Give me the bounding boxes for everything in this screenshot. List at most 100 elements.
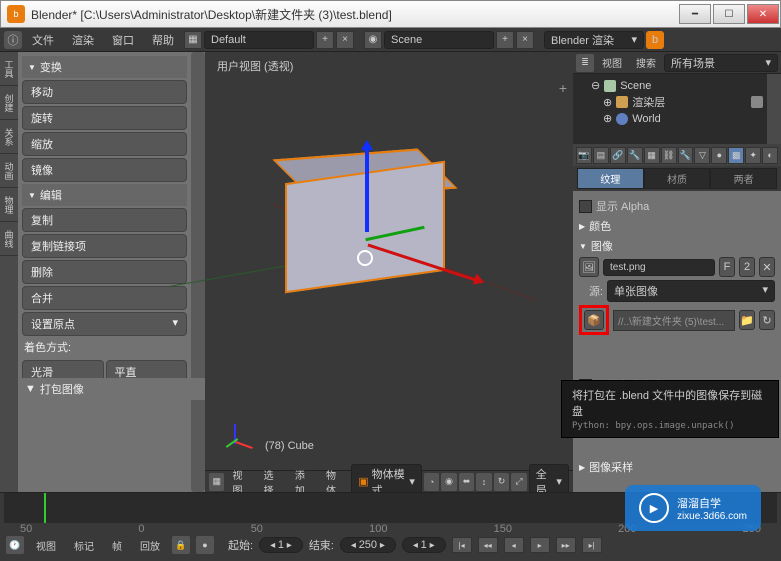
image-users-button[interactable]: 2 bbox=[739, 257, 755, 277]
timeline-sync-icon[interactable]: 🔒 bbox=[172, 536, 190, 554]
scene-del-button[interactable]: × bbox=[516, 31, 534, 49]
duplicate-button[interactable]: 复制 bbox=[22, 208, 187, 232]
layout-prev-icon[interactable]: ▦ bbox=[184, 31, 202, 49]
panel-transform-header[interactable]: ▼变换 bbox=[22, 56, 187, 78]
prop-world-icon[interactable]: 🔧 bbox=[627, 147, 643, 164]
timeline-frame-menu[interactable]: 帧 bbox=[106, 536, 128, 555]
end-frame-field[interactable]: ◂ 250 ▸ bbox=[340, 537, 396, 553]
duplicate-linked-button[interactable]: 复制链接项 bbox=[22, 234, 187, 258]
image-path-field[interactable]: //..\新建文件夹 (5)\test... bbox=[613, 310, 735, 331]
manip-translate-icon[interactable]: ↕ bbox=[476, 473, 491, 491]
timeline-cursor[interactable] bbox=[44, 493, 46, 523]
image-name-field[interactable]: test.png bbox=[603, 259, 715, 276]
shading-icon[interactable]: ◔ bbox=[424, 473, 439, 491]
close-button[interactable]: ✕ bbox=[747, 4, 779, 24]
view3d-editor-icon[interactable]: ▦ bbox=[209, 473, 224, 491]
vtab-grease[interactable]: 曲线 bbox=[0, 222, 18, 256]
engine-dropdown[interactable]: Blender 渲染 ▾ bbox=[544, 31, 644, 49]
tab-texture[interactable]: 纹理 bbox=[577, 168, 644, 189]
timeline-autokey-icon[interactable]: ● bbox=[196, 536, 214, 554]
menu-window[interactable]: 窗口 bbox=[104, 30, 142, 50]
jump-start-button[interactable]: |◂ bbox=[452, 537, 472, 553]
maximize-button[interactable]: ☐ bbox=[713, 4, 745, 24]
manip-scale-icon[interactable]: ⤢ bbox=[511, 473, 526, 491]
set-origin-button[interactable]: 设置原点 ▾ bbox=[22, 312, 187, 336]
panel-pack-header[interactable]: ▼打包图像 bbox=[19, 378, 205, 400]
prop-modifier-icon[interactable]: 🔧 bbox=[678, 147, 694, 164]
editor-type-icon[interactable]: ⓘ bbox=[4, 31, 22, 49]
menu-file[interactable]: 文件 bbox=[24, 30, 62, 50]
menu-render[interactable]: 渲染 bbox=[64, 30, 102, 50]
outliner-editor-icon[interactable]: ≣ bbox=[576, 54, 594, 72]
scale-button[interactable]: 缩放 bbox=[22, 132, 187, 156]
vtab-tools[interactable]: 工具 bbox=[0, 52, 18, 86]
gizmo-center[interactable] bbox=[357, 250, 373, 266]
pivot-icon[interactable]: ◉ bbox=[441, 473, 456, 491]
minimize-button[interactable]: ━ bbox=[679, 4, 711, 24]
vtab-animation[interactable]: 动画 bbox=[0, 154, 18, 188]
prop-particle-icon[interactable]: ✦ bbox=[745, 147, 761, 164]
next-key-button[interactable]: ▸▸ bbox=[556, 537, 576, 553]
rotate-button[interactable]: 旋转 bbox=[22, 106, 187, 130]
play-button[interactable]: ▸ bbox=[530, 537, 550, 553]
outliner-filter-dropdown[interactable]: 所有场景▾ bbox=[664, 54, 778, 72]
outliner-tree[interactable]: ⊖Scene ⊕渲染层 ⊕World bbox=[573, 74, 767, 144]
reload-icon[interactable]: ↻ bbox=[759, 310, 775, 330]
view-plus-icon[interactable]: + bbox=[559, 80, 567, 96]
timeline-editor-icon[interactable]: 🕐 bbox=[6, 536, 24, 554]
delete-button[interactable]: 删除 bbox=[22, 260, 187, 284]
prop-data-icon[interactable]: ▽ bbox=[694, 147, 710, 164]
vtab-physics[interactable]: 物理 bbox=[0, 188, 18, 222]
tab-both[interactable]: 两者 bbox=[710, 168, 777, 189]
toolshelf-scrollbar[interactable] bbox=[191, 52, 205, 492]
prop-material-icon[interactable]: ● bbox=[711, 147, 727, 164]
outliner-search-menu[interactable]: 搜索 bbox=[630, 53, 662, 72]
prev-key-button[interactable]: ◂◂ bbox=[478, 537, 498, 553]
jump-end-button[interactable]: ▸| bbox=[582, 537, 602, 553]
layout-del-button[interactable]: × bbox=[336, 31, 354, 49]
show-alpha-checkbox[interactable] bbox=[579, 200, 592, 213]
gizmo-z-axis[interactable] bbox=[365, 142, 369, 232]
translate-button[interactable]: 移动 bbox=[22, 80, 187, 104]
join-button[interactable]: 合并 bbox=[22, 286, 187, 310]
prop-scene-icon[interactable]: 🔗 bbox=[610, 147, 626, 164]
mirror-button[interactable]: 镜像 bbox=[22, 158, 187, 182]
scene-add-button[interactable]: + bbox=[496, 31, 514, 49]
prop-constraint-icon[interactable]: ⛓ bbox=[661, 147, 677, 164]
panel-edit-header[interactable]: ▼编辑 bbox=[22, 184, 187, 206]
color-panel-header[interactable]: ▶颜色 bbox=[579, 218, 775, 234]
outliner-view-menu[interactable]: 视图 bbox=[596, 53, 628, 72]
prop-renderlayer-icon[interactable]: ▤ bbox=[593, 147, 609, 164]
scene-dropdown[interactable]: Scene bbox=[384, 31, 494, 49]
manip-rotate-icon[interactable]: ↻ bbox=[494, 473, 509, 491]
play-rev-button[interactable]: ◂ bbox=[504, 537, 524, 553]
timeline-playback-menu[interactable]: 回放 bbox=[134, 536, 166, 555]
tab-material[interactable]: 材质 bbox=[644, 168, 711, 189]
manipulator-icon[interactable]: ⬌ bbox=[459, 473, 474, 491]
image-sampling-header[interactable]: ▶图像采样 bbox=[579, 459, 775, 475]
vtab-relations[interactable]: 关系 bbox=[0, 120, 18, 154]
outliner-scrollbar[interactable] bbox=[767, 74, 781, 144]
image-f-button[interactable]: F bbox=[719, 257, 735, 277]
unpack-button[interactable]: 📦 bbox=[584, 310, 604, 330]
layout-add-button[interactable]: + bbox=[316, 31, 334, 49]
image-unlink-button[interactable]: ✕ bbox=[759, 257, 775, 277]
source-dropdown[interactable]: 单张图像▾ bbox=[607, 280, 775, 302]
prop-physics-icon[interactable]: ◐ bbox=[762, 147, 778, 164]
prop-object-icon[interactable]: ▦ bbox=[644, 147, 660, 164]
image-panel-header[interactable]: ▼图像 bbox=[579, 238, 775, 254]
current-frame-field[interactable]: ◂ 1 ▸ bbox=[402, 537, 446, 553]
timeline-view-menu[interactable]: 视图 bbox=[30, 536, 62, 555]
3d-viewport[interactable]: 用户视图 (透视) + (78) Cube ▼打包图像 ▦ 视图 选择 添加 物… bbox=[205, 52, 573, 492]
image-browse-icon[interactable]: 🖼 bbox=[579, 257, 599, 277]
menu-help[interactable]: 帮助 bbox=[144, 30, 182, 50]
scene-browse-icon[interactable]: ◉ bbox=[364, 31, 382, 49]
timeline-marker-menu[interactable]: 标记 bbox=[68, 536, 100, 555]
vtab-create[interactable]: 创建 bbox=[0, 86, 18, 120]
start-frame-field[interactable]: ◂ 1 ▸ bbox=[259, 537, 303, 553]
prop-texture-icon[interactable]: ▩ bbox=[728, 147, 744, 164]
filebrowse-icon[interactable]: 📁 bbox=[739, 310, 755, 330]
layout-dropdown[interactable]: Default bbox=[204, 31, 314, 49]
cube-object[interactable] bbox=[265, 132, 475, 342]
prop-render-icon[interactable]: 📷 bbox=[576, 147, 592, 164]
